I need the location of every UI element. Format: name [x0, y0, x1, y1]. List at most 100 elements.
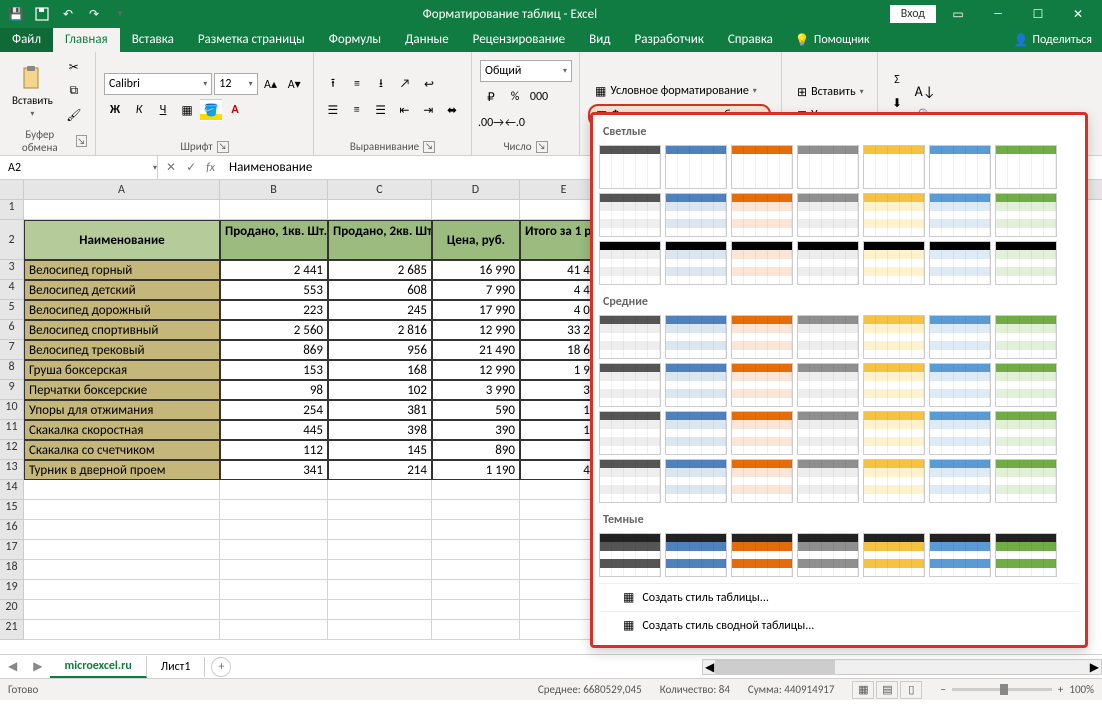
- tab-insert[interactable]: Вставка: [120, 28, 186, 52]
- table-style-swatch[interactable]: [863, 315, 925, 359]
- close-icon[interactable]: ✕: [1060, 0, 1096, 28]
- table-style-swatch[interactable]: [863, 363, 925, 407]
- table-style-swatch[interactable]: [797, 241, 859, 285]
- cell[interactable]: 2 816: [328, 320, 432, 340]
- align-dialog-icon[interactable]: ↘: [423, 141, 435, 153]
- table-style-swatch[interactable]: [797, 193, 859, 237]
- tab-home[interactable]: Главная: [53, 28, 120, 52]
- share-button[interactable]: 👤 Поделиться: [1004, 28, 1102, 52]
- row-header[interactable]: 13: [0, 460, 24, 480]
- cell[interactable]: 98: [220, 380, 328, 400]
- italic-button[interactable]: К: [128, 99, 150, 121]
- table-style-swatch[interactable]: [599, 459, 661, 503]
- row-header[interactable]: 15: [0, 500, 24, 520]
- cell[interactable]: 2 685: [328, 260, 432, 280]
- table-header[interactable]: Наименование: [24, 220, 220, 260]
- sort-filter-icon[interactable]: A↓: [914, 81, 936, 103]
- number-dialog-icon[interactable]: ↘: [536, 141, 548, 153]
- increase-decimal-icon[interactable]: .00→: [480, 112, 502, 134]
- tab-formulas[interactable]: Формулы: [317, 28, 393, 52]
- paste-button[interactable]: Вставить ▾: [8, 56, 57, 126]
- align-top-icon[interactable]: ⭱: [322, 73, 344, 95]
- new-table-style[interactable]: ▦ Создать стиль таблицы...: [599, 583, 1079, 611]
- table-style-swatch[interactable]: [995, 459, 1057, 503]
- row-header[interactable]: 9: [0, 380, 24, 400]
- tab-view[interactable]: Вид: [577, 28, 622, 52]
- table-style-swatch[interactable]: [665, 241, 727, 285]
- font-color-icon[interactable]: А: [224, 99, 246, 121]
- table-style-swatch[interactable]: [863, 533, 925, 577]
- merge-icon[interactable]: ⬌: [441, 99, 463, 121]
- table-style-swatch[interactable]: [995, 145, 1057, 189]
- table-style-swatch[interactable]: [929, 363, 991, 407]
- table-style-swatch[interactable]: [929, 315, 991, 359]
- align-center-icon[interactable]: ≡: [346, 99, 368, 121]
- cell[interactable]: 2 560: [220, 320, 328, 340]
- tab-help[interactable]: Справка: [716, 28, 785, 52]
- orientation-icon[interactable]: ↗: [394, 73, 416, 95]
- shrink-font-icon[interactable]: A▾: [283, 73, 305, 95]
- table-style-swatch[interactable]: [731, 193, 793, 237]
- table-style-swatch[interactable]: [995, 315, 1057, 359]
- sheet-tab[interactable]: microexcel.ru: [50, 656, 146, 678]
- undo-icon[interactable]: ↶: [58, 4, 78, 24]
- table-style-swatch[interactable]: [929, 533, 991, 577]
- table-style-swatch[interactable]: [929, 411, 991, 455]
- grow-font-icon[interactable]: A▴: [260, 73, 282, 95]
- enter-formula-icon[interactable]: ✓: [186, 160, 196, 175]
- zoom-out-icon[interactable]: −: [940, 683, 945, 696]
- cell[interactable]: 341: [220, 460, 328, 480]
- copy-icon[interactable]: ⧉: [63, 80, 85, 102]
- table-style-swatch[interactable]: [599, 241, 661, 285]
- table-style-swatch[interactable]: [731, 145, 793, 189]
- cell[interactable]: Перчатки боксерские: [24, 380, 220, 400]
- font-dialog-icon[interactable]: ↘: [217, 141, 229, 153]
- cell[interactable]: Велосипед детский: [24, 280, 220, 300]
- horizontal-scrollbar[interactable]: ◀▶: [702, 659, 1102, 675]
- table-style-swatch[interactable]: [599, 411, 661, 455]
- table-style-swatch[interactable]: [731, 363, 793, 407]
- sheet-nav-prev-icon[interactable]: ◀: [0, 659, 25, 674]
- table-style-swatch[interactable]: [599, 193, 661, 237]
- cell[interactable]: 390: [432, 420, 520, 440]
- tab-developer[interactable]: Разработчик: [622, 28, 715, 52]
- tab-file[interactable]: Файл: [0, 28, 53, 52]
- align-left-icon[interactable]: ☰: [322, 99, 344, 121]
- save-icon[interactable]: [32, 4, 52, 24]
- currency-icon[interactable]: ₽: [480, 86, 502, 108]
- cell[interactable]: 168: [328, 360, 432, 380]
- cut-icon[interactable]: ✂: [63, 56, 85, 78]
- table-header[interactable]: Продано, 1кв. Шт.: [220, 220, 328, 260]
- redo-icon[interactable]: ↷: [84, 4, 104, 24]
- zoom-level[interactable]: 100%: [1069, 683, 1094, 696]
- table-style-swatch[interactable]: [599, 315, 661, 359]
- table-style-swatch[interactable]: [929, 241, 991, 285]
- maximize-icon[interactable]: ☐: [1020, 0, 1056, 28]
- cell[interactable]: Скакалка со счетчиком: [24, 440, 220, 460]
- cell[interactable]: 869: [220, 340, 328, 360]
- table-style-swatch[interactable]: [665, 459, 727, 503]
- table-style-swatch[interactable]: [995, 411, 1057, 455]
- insert-cells-button[interactable]: ⊞ Вставить▾: [790, 82, 871, 103]
- table-style-swatch[interactable]: [599, 145, 661, 189]
- tab-page-layout[interactable]: Разметка страницы: [186, 28, 317, 52]
- cell[interactable]: Упоры для отжимания: [24, 400, 220, 420]
- row-header[interactable]: 16: [0, 520, 24, 540]
- cell[interactable]: 890: [432, 440, 520, 460]
- format-painter-icon[interactable]: 🖌: [63, 104, 85, 126]
- decrease-decimal-icon[interactable]: ←.0: [504, 112, 526, 134]
- clipboard-dialog-icon[interactable]: ↘: [76, 135, 87, 147]
- table-style-swatch[interactable]: [929, 193, 991, 237]
- row-header[interactable]: 4: [0, 280, 24, 300]
- cell[interactable]: 223: [220, 300, 328, 320]
- sheet-nav-next-icon[interactable]: ▶: [25, 659, 50, 674]
- align-right-icon[interactable]: ☰: [370, 99, 392, 121]
- col-header[interactable]: D: [432, 180, 520, 199]
- cell[interactable]: 381: [328, 400, 432, 420]
- cell[interactable]: 254: [220, 400, 328, 420]
- cell[interactable]: Турник в дверной проем: [24, 460, 220, 480]
- col-header[interactable]: C: [328, 180, 432, 199]
- tab-review[interactable]: Рецензирование: [461, 28, 577, 52]
- tab-data[interactable]: Данные: [393, 28, 461, 52]
- table-style-swatch[interactable]: [665, 193, 727, 237]
